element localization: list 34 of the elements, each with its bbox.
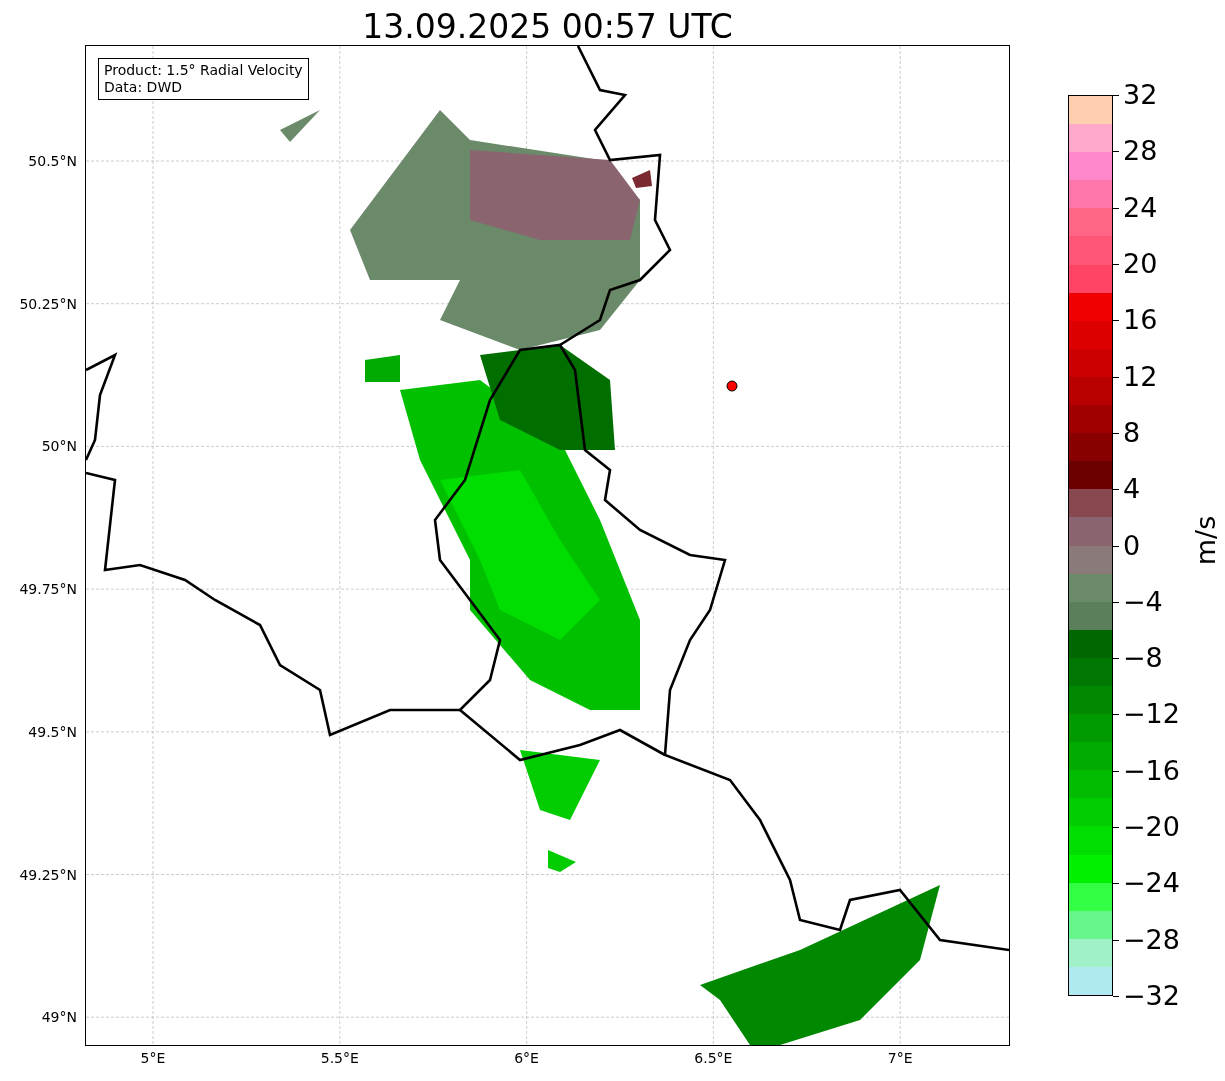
colorbar-tick-label: 28 [1123,136,1158,167]
chart-title: 13.09.2025 00:57 UTC [361,6,734,45]
colorbar-tick-label: 12 [1123,361,1158,392]
colorbar-tick-label: −20 [1123,812,1180,843]
latitude-label: 50.5°N [28,153,77,169]
longitude-label: 6.5°E [694,1050,733,1066]
colorbar-tick-label: 20 [1123,248,1158,279]
colorbar-tick-label: −32 [1123,981,1180,1011]
colorbar-tick-label: −28 [1123,924,1180,955]
colorbar-tick-label: −4 [1123,586,1163,617]
colorbar-tick-label: 0 [1123,530,1141,561]
longitude-label: 5.5°E [320,1050,359,1066]
colorbar-tick-label: −8 [1123,643,1163,674]
colorbar-tick-label: 16 [1123,305,1158,336]
info-text: Data: DWD [104,79,183,96]
colorbar-tick-label: −12 [1123,699,1180,730]
latitude-label: 50°N [41,438,77,455]
latitude-label: 49.5°N [28,723,77,740]
colorbar-tick-label: 8 [1123,417,1141,448]
longitude-label: 7°E [887,1050,913,1066]
latitude-label: 49.25°N [19,866,77,883]
longitude-label: 5°E [140,1050,166,1066]
info-text: Product: 1.5° Radial Velocity [104,62,303,79]
colorbar-unit-label: m/s [1190,515,1222,566]
colorbar-tick-label: 4 [1123,474,1141,505]
radar-site-marker [726,380,738,392]
colorbar-tick-label: −24 [1123,868,1180,899]
longitude-label: 6°E [514,1050,539,1066]
colorbar-tick-label: 32 [1123,80,1158,110]
colorbar-tick-label: −16 [1123,755,1180,786]
latitude-label: 49°N [41,1009,77,1026]
latitude-label: 49.75°N [19,581,77,598]
colorbar-tick-label: 24 [1123,192,1158,223]
latitude-label: 50.25°N [19,295,77,312]
